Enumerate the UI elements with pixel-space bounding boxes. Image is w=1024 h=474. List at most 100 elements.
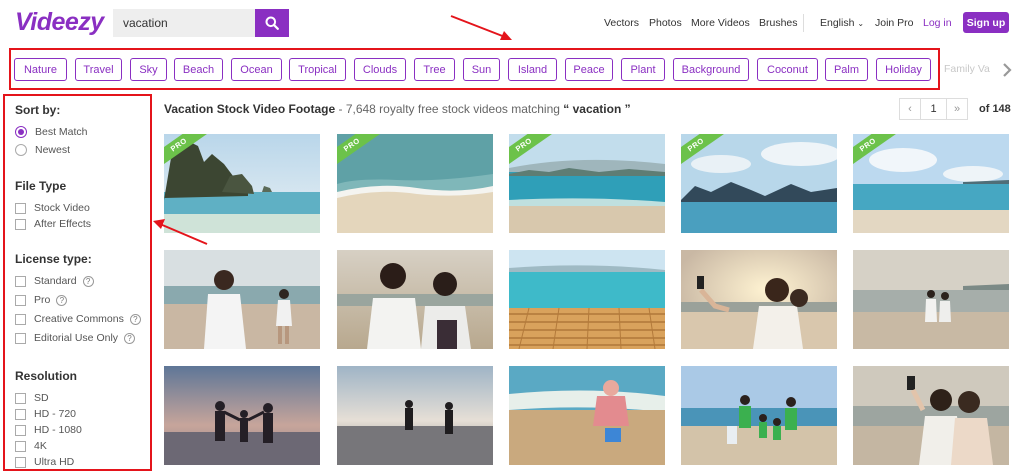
sd-label: SD	[34, 392, 49, 404]
video-thumb-friends-beach-sunset[interactable]	[853, 250, 1009, 349]
nav-photos[interactable]: Photos	[649, 17, 682, 29]
tag-plant[interactable]: Plant	[621, 58, 665, 81]
radio-selected[interactable]	[15, 126, 27, 138]
help-icon[interactable]: ?	[82, 275, 94, 287]
ultra-hd-label: Ultra HD	[34, 456, 75, 468]
sort-heading: Sort by:	[15, 103, 61, 117]
search-button[interactable]	[255, 9, 289, 37]
tag-sun[interactable]: Sun	[463, 58, 500, 81]
video-thumb-women-selfie-beach[interactable]	[853, 366, 1009, 465]
checkbox[interactable]	[15, 408, 26, 420]
tag-peace[interactable]: Peace	[565, 58, 613, 81]
filter-standard[interactable]: Standard?	[15, 274, 94, 288]
tag-travel[interactable]: Travel	[75, 58, 122, 81]
video-thumb-shore-mountains[interactable]: PRO	[509, 134, 665, 233]
help-icon[interactable]: ?	[56, 294, 68, 306]
search-bar	[113, 9, 289, 37]
tag-palm[interactable]: Palm	[825, 58, 868, 81]
tag-tree[interactable]: Tree	[414, 58, 455, 81]
tag-island[interactable]: Island	[508, 58, 557, 81]
nav-brushes[interactable]: Brushes	[759, 17, 798, 29]
hd-1080-label: HD - 1080	[34, 424, 82, 436]
filter-pro[interactable]: Pro?	[15, 293, 68, 307]
video-thumb-beach-play-silhouette[interactable]	[337, 366, 493, 465]
filter-ultra-hd[interactable]: Ultra HD	[15, 455, 74, 469]
video-thumb-child-sandcastle[interactable]	[509, 366, 665, 465]
help-icon[interactable]: ?	[124, 332, 136, 344]
prev-page-button[interactable]: ‹	[899, 98, 921, 120]
filter-hd-720[interactable]: HD - 720	[15, 407, 76, 421]
tag-ocean[interactable]: Ocean	[231, 58, 282, 81]
sort-best-match-label: Best Match	[35, 126, 88, 138]
video-thumb-bay-islands[interactable]: PRO	[681, 134, 837, 233]
resolution-heading: Resolution	[15, 369, 77, 383]
tag-sky[interactable]: Sky	[130, 58, 167, 81]
filter-4k[interactable]: 4K	[15, 439, 47, 453]
filter-hd-1080[interactable]: HD - 1080	[15, 423, 82, 437]
help-icon[interactable]: ?	[129, 313, 141, 325]
tag-clouds[interactable]: Clouds	[354, 58, 406, 81]
checkbox[interactable]	[15, 424, 26, 436]
results-heading: Vacation Stock Video Footage - 7,648 roy…	[164, 102, 631, 116]
search-icon	[265, 16, 279, 30]
filter-sd[interactable]: SD	[15, 391, 49, 405]
chevron-right-icon	[1003, 63, 1012, 77]
signup-button[interactable]: Sign up	[963, 12, 1009, 33]
search-input[interactable]	[113, 9, 255, 37]
checkbox[interactable]	[15, 218, 26, 230]
nav-vectors[interactable]: Vectors	[604, 17, 639, 29]
selfie-sunset-image	[681, 250, 837, 349]
checkbox[interactable]	[15, 456, 26, 468]
checkbox[interactable]	[15, 275, 26, 287]
tag-coconut[interactable]: Coconut	[757, 58, 818, 81]
page-number-input[interactable]: 1	[920, 98, 947, 120]
sort-newest-label: Newest	[35, 144, 71, 156]
filter-after-effects[interactable]: After Effects	[15, 217, 91, 231]
island-rocks-image	[164, 134, 320, 233]
video-thumb-island-rocks[interactable]: PRO	[164, 134, 320, 233]
results-count: - 7,648 royalty free stock videos matchi…	[335, 102, 560, 116]
sort-best-match[interactable]: Best Match	[15, 125, 88, 139]
results-title: Vacation Stock Video Footage	[164, 102, 336, 116]
nav-join-pro[interactable]: Join Pro	[875, 17, 914, 29]
standard-label: Standard	[34, 275, 77, 287]
creative-commons-label: Creative Commons	[34, 313, 124, 325]
pro-label: Pro	[34, 294, 51, 306]
checkbox[interactable]	[15, 332, 26, 344]
beach-play-silhouette-image	[337, 366, 493, 465]
filter-stock-video[interactable]: Stock Video	[15, 201, 90, 215]
video-thumb-family-cleanup[interactable]	[681, 366, 837, 465]
video-thumb-sunny-beach[interactable]: PRO	[853, 134, 1009, 233]
filter-editorial-use[interactable]: Editorial Use Only?	[15, 331, 136, 345]
radio-unselected[interactable]	[15, 144, 27, 156]
checkbox[interactable]	[15, 294, 26, 306]
tag-family-vacation-faded[interactable]: Family Va	[944, 63, 1000, 75]
tag-beach[interactable]: Beach	[174, 58, 223, 81]
tag-holiday[interactable]: Holiday	[876, 58, 931, 81]
next-page-button[interactable]: »	[946, 98, 968, 120]
tags-next-button[interactable]	[996, 58, 1018, 82]
stock-video-label: Stock Video	[34, 202, 90, 214]
site-header: Videezy Vectors Photos More Videos Brush…	[0, 0, 1024, 46]
login-link[interactable]: Log in	[923, 17, 952, 29]
video-thumb-beach-waves[interactable]: PRO	[337, 134, 493, 233]
tag-background[interactable]: Background	[673, 58, 749, 81]
checkbox[interactable]	[15, 440, 26, 452]
video-thumb-family-silhouette[interactable]	[164, 366, 320, 465]
videezy-logo[interactable]: Videezy	[15, 8, 104, 37]
sort-newest[interactable]: Newest	[15, 143, 70, 157]
checkbox[interactable]	[15, 313, 26, 325]
video-thumb-woman-beach-walk[interactable]	[164, 250, 320, 349]
video-thumb-selfie-sunset[interactable]	[681, 250, 837, 349]
video-thumb-wooden-pier[interactable]	[509, 250, 665, 349]
woman-beach-walk-image	[164, 250, 320, 349]
filter-creative-commons[interactable]: Creative Commons?	[15, 312, 141, 326]
nav-more-videos[interactable]: More Videos	[691, 17, 750, 29]
video-thumb-two-women-sunset[interactable]	[337, 250, 493, 349]
tag-nature[interactable]: Nature	[14, 58, 67, 81]
checkbox[interactable]	[15, 392, 26, 404]
checkbox[interactable]	[15, 202, 26, 214]
language-select[interactable]: English ⌄	[820, 17, 864, 29]
chevron-down-icon: ⌄	[857, 19, 865, 28]
tag-tropical[interactable]: Tropical	[289, 58, 346, 81]
